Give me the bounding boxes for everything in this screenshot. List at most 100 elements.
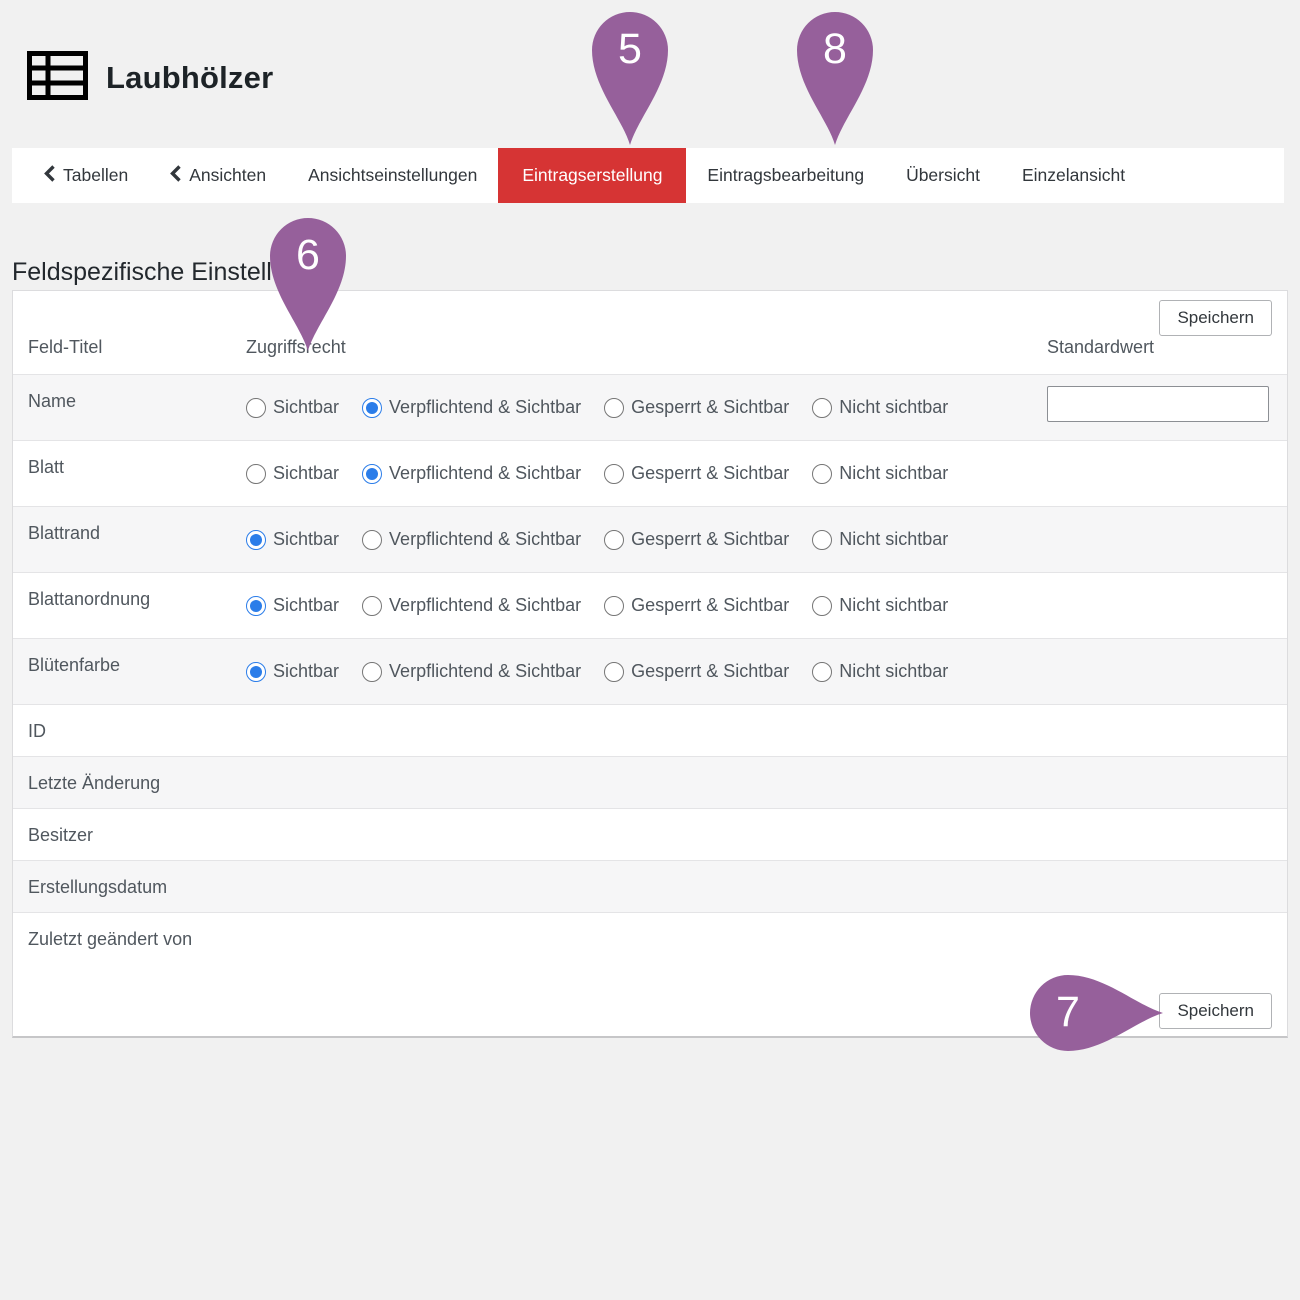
tab-eintragserstellung[interactable]: Eintragserstellung (498, 148, 686, 203)
access-option[interactable]: Verpflichtend & Sichtbar (362, 529, 581, 550)
default-value-cell (1047, 573, 1287, 638)
access-option[interactable]: Verpflichtend & Sichtbar (362, 595, 581, 616)
save-button-top[interactable]: Speichern (1159, 300, 1272, 336)
tab-einzelansicht[interactable]: Einzelansicht (1001, 148, 1146, 203)
table-row: ID (13, 705, 1287, 757)
table-row: Letzte Änderung (13, 757, 1287, 809)
access-option[interactable]: Verpflichtend & Sichtbar (362, 661, 581, 682)
access-radio[interactable] (362, 662, 382, 682)
field-settings-card: Speichern Feld-Titel Zugriffsrecht Stand… (12, 290, 1288, 1038)
access-option-label: Nicht sichtbar (839, 529, 948, 550)
access-option[interactable]: Sichtbar (246, 661, 339, 682)
annotation-pin-8: 8 (797, 12, 873, 145)
access-option-label: Nicht sichtbar (839, 463, 948, 484)
access-option[interactable]: Nicht sichtbar (812, 529, 948, 550)
access-radio[interactable] (604, 464, 624, 484)
access-option[interactable]: Gesperrt & Sichtbar (604, 595, 789, 616)
access-option-label: Gesperrt & Sichtbar (631, 661, 789, 682)
tab-uebersicht[interactable]: Übersicht (885, 148, 1001, 203)
field-title: Erstellungsdatum (13, 861, 246, 912)
tab-label: Eintragsbearbeitung (707, 165, 864, 186)
access-radio[interactable] (246, 398, 266, 418)
default-value-input[interactable] (1047, 386, 1269, 422)
access-option[interactable]: Sichtbar (246, 463, 339, 484)
field-title: Name (13, 375, 246, 440)
default-value-cell (1047, 861, 1287, 912)
column-header-access-right: Zugriffsrecht (246, 337, 1047, 358)
pin-number: 7 (1030, 975, 1106, 1049)
tab-label: Tabellen (63, 165, 128, 186)
access-option[interactable]: Sichtbar (246, 397, 339, 418)
tab-label: Einzelansicht (1022, 165, 1125, 186)
table-header-row: Feld-Titel Zugriffsrecht Standardwert (13, 337, 1287, 375)
access-option[interactable]: Sichtbar (246, 529, 339, 550)
access-radio[interactable] (604, 662, 624, 682)
access-radio[interactable] (812, 530, 832, 550)
access-radio[interactable] (362, 464, 382, 484)
access-radio[interactable] (604, 398, 624, 418)
access-options: Sichtbar Verpflichtend & Sichtbar Gesperrt… (246, 639, 1047, 704)
access-radio[interactable] (362, 530, 382, 550)
table-row: Besitzer (13, 809, 1287, 861)
field-title: Letzte Änderung (13, 757, 246, 808)
field-title: ID (13, 705, 246, 756)
access-option-label: Gesperrt & Sichtbar (631, 529, 789, 550)
card-save-top: Speichern (13, 291, 1287, 337)
tab-tabellen[interactable]: Tabellen (23, 148, 149, 203)
access-radio[interactable] (246, 464, 266, 484)
access-options: Sichtbar Verpflichtend & Sichtbar Gesperrt… (246, 507, 1047, 572)
access-option[interactable]: Verpflichtend & Sichtbar (362, 463, 581, 484)
access-options (246, 913, 1047, 993)
pin-number: 5 (592, 12, 668, 86)
access-radio[interactable] (812, 464, 832, 484)
access-option-label: Gesperrt & Sichtbar (631, 397, 789, 418)
access-option[interactable]: Gesperrt & Sichtbar (604, 529, 789, 550)
tab-eintragsbearbeitung[interactable]: Eintragsbearbeitung (686, 148, 885, 203)
access-option[interactable]: Nicht sichtbar (812, 661, 948, 682)
access-radio[interactable] (604, 530, 624, 550)
access-option[interactable]: Nicht sichtbar (812, 595, 948, 616)
access-option-label: Nicht sichtbar (839, 595, 948, 616)
access-option-label: Sichtbar (273, 463, 339, 484)
tab-label: Ansichtseinstellungen (308, 165, 477, 186)
field-title: Blattanordnung (13, 573, 246, 638)
access-radio[interactable] (362, 398, 382, 418)
default-value-cell (1047, 639, 1287, 704)
field-title: Blütenfarbe (13, 639, 246, 704)
pin-number: 6 (270, 218, 346, 292)
access-option-label: Verpflichtend & Sichtbar (389, 595, 581, 616)
table-row: NameSichtbar Verpflichtend & Sichtbar Gesp… (13, 375, 1287, 441)
access-radio[interactable] (812, 662, 832, 682)
access-radio[interactable] (246, 530, 266, 550)
access-option-label: Gesperrt & Sichtbar (631, 463, 789, 484)
table-icon (27, 51, 88, 105)
page-title: Laubhölzer (106, 60, 273, 96)
access-radio[interactable] (246, 662, 266, 682)
access-option[interactable]: Nicht sichtbar (812, 463, 948, 484)
table-row: BlattrandSichtbarVerpflichtend & Sichtba… (13, 507, 1287, 573)
access-option[interactable]: Gesperrt & Sichtbar (604, 463, 789, 484)
access-option[interactable]: Verpflichtend & Sichtbar (362, 397, 581, 418)
access-option[interactable]: Gesperrt & Sichtbar (604, 397, 789, 418)
access-radio[interactable] (812, 596, 832, 616)
column-header-field-title: Feld-Titel (13, 337, 246, 358)
annotation-pin-5: 5 (592, 12, 668, 145)
access-radio[interactable] (812, 398, 832, 418)
tab-ansichten[interactable]: Ansichten (149, 148, 287, 203)
tab-label: Ansichten (189, 165, 266, 186)
access-options (246, 757, 1047, 808)
access-option-label: Sichtbar (273, 529, 339, 550)
pin-number: 8 (797, 12, 873, 86)
default-value-cell (1047, 375, 1287, 440)
access-radio[interactable] (362, 596, 382, 616)
access-option[interactable]: Nicht sichtbar (812, 397, 948, 418)
tab-ansichtseinstellungen[interactable]: Ansichtseinstellungen (287, 148, 498, 203)
access-options: Sichtbar Verpflichtend & Sichtbar Gesperrt… (246, 441, 1047, 506)
access-radio[interactable] (246, 596, 266, 616)
access-option[interactable]: Gesperrt & Sichtbar (604, 661, 789, 682)
access-option[interactable]: Sichtbar (246, 595, 339, 616)
access-radio[interactable] (604, 596, 624, 616)
access-option-label: Sichtbar (273, 595, 339, 616)
back-chevron-icon (44, 165, 55, 187)
save-button-bottom[interactable]: Speichern (1159, 993, 1272, 1029)
